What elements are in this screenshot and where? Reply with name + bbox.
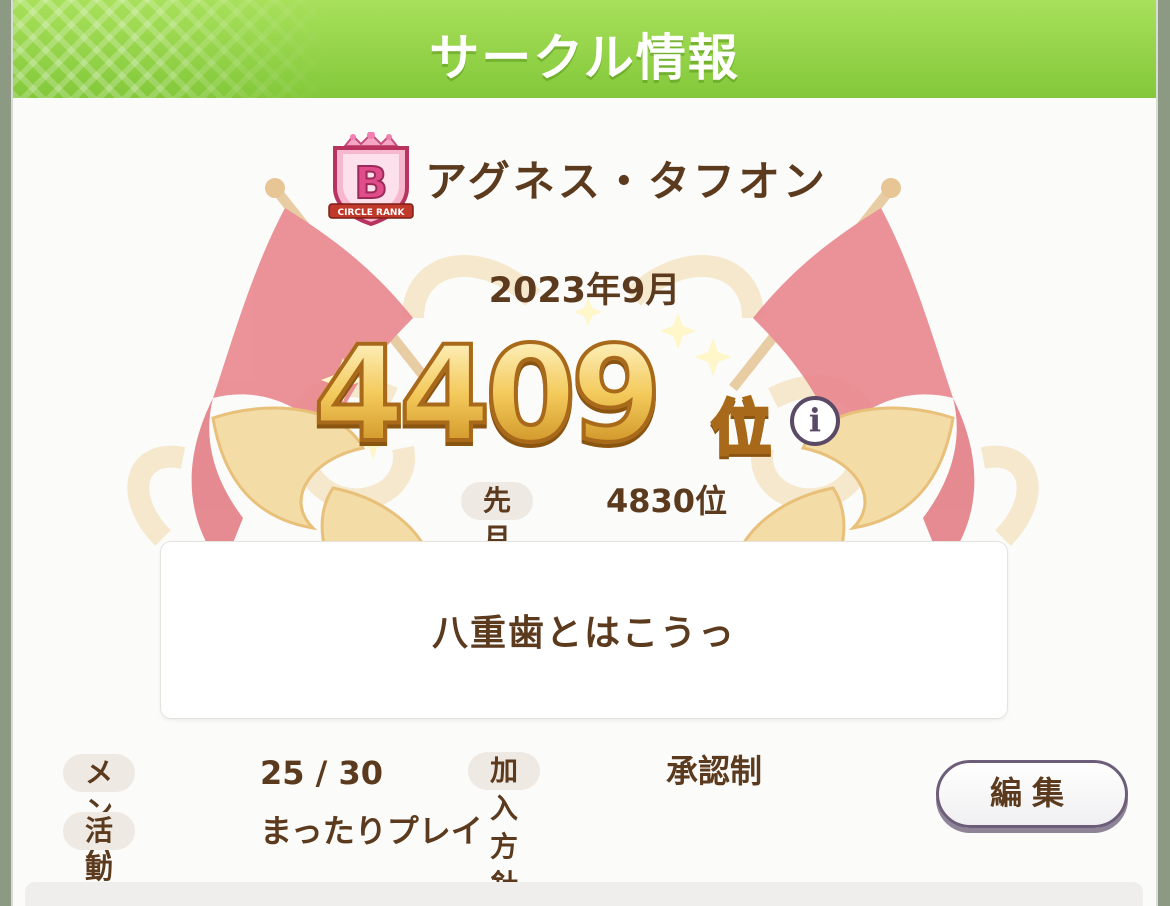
current-rank-number: 4409	[311, 316, 664, 474]
circle-info-panel: サークル情報 B CIRCLE RANK アグネス・タフオン 2023年9月 4…	[13, 0, 1156, 906]
current-rank-unit: 位	[710, 380, 773, 467]
ranking-month: 2023年9月	[488, 271, 681, 311]
members-value: 25 / 30	[260, 754, 384, 792]
info-icon[interactable]: i	[790, 396, 840, 446]
join-policy-label: 加入方針	[468, 752, 541, 901]
circle-name: アグネス・タフオン	[425, 157, 828, 206]
circle-motto-box: 八重歯とはこうっ	[161, 542, 1007, 718]
members-label: メンバー	[63, 754, 136, 903]
next-section-card	[25, 882, 1143, 906]
join-policy-value: 承認制	[666, 752, 763, 790]
panel-title: サークル情報	[429, 29, 740, 87]
activity-policy-label: 活動方針	[63, 812, 136, 906]
circle-motto-text: 八重歯とはこうっ	[431, 613, 736, 654]
last-month-rank-value: 4830位	[606, 482, 728, 520]
current-rank: 4409 位	[311, 316, 873, 474]
panel-header: サークル情報	[13, 0, 1156, 98]
rank-letter: B	[354, 158, 388, 209]
activity-policy-value: まったりプレイ	[260, 812, 483, 850]
rank-caption: CIRCLE RANK	[338, 208, 406, 218]
circle-rank-badge-icon: B CIRCLE RANK	[328, 132, 414, 227]
edit-button[interactable]: 編集	[936, 760, 1128, 828]
last-month-label: 先月	[461, 482, 534, 555]
